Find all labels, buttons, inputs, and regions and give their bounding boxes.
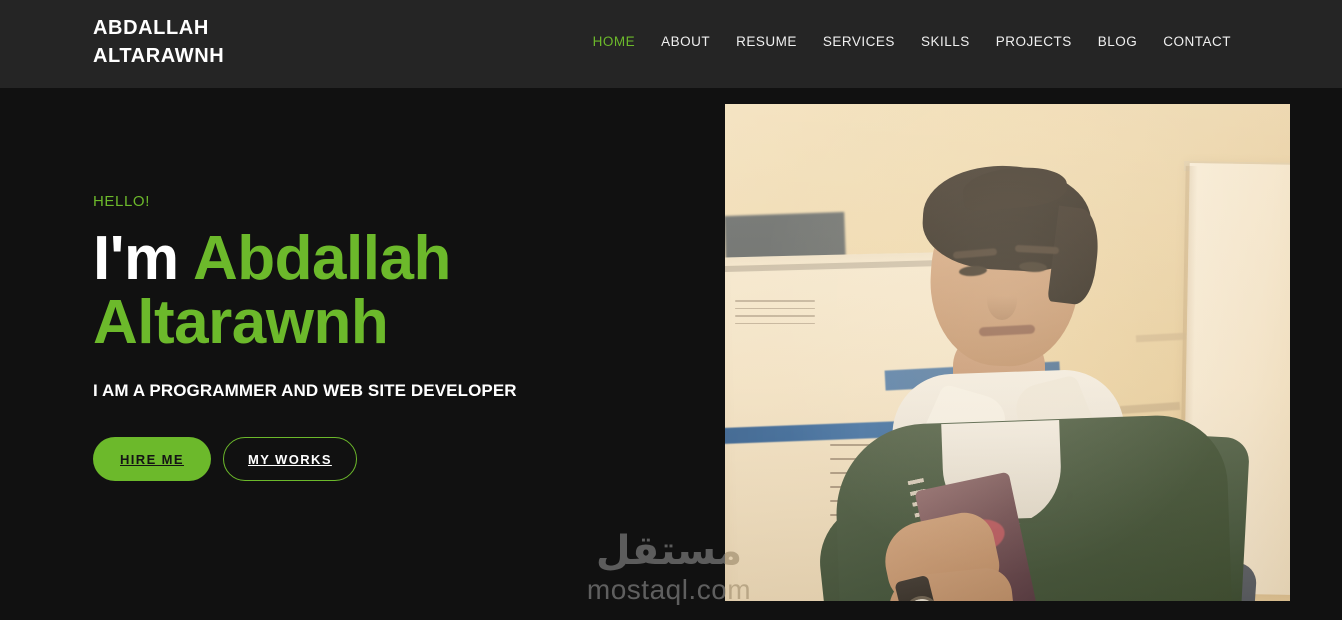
my-works-button[interactable]: MY WORKS [222,437,357,482]
nav-item-contact[interactable]: CONTACT [1150,34,1244,49]
handwriting-line [735,315,815,317]
nav-item-about[interactable]: ABOUT [648,34,723,49]
nav-item-skills[interactable]: SKILLS [908,34,983,49]
handwriting-line [735,300,815,302]
hero-title: I'm Abdallah Altarawnh [93,227,633,355]
nav-item-blog[interactable]: BLOG [1085,34,1151,49]
nav-item-projects[interactable]: PROJECTS [983,34,1085,49]
handwriting-line [735,307,815,309]
main-navigation: HOME ABOUT RESUME SERVICES SKILLS PROJEC… [580,34,1244,49]
hero-bottom-strip [0,601,1342,620]
hero-greeting: HELLO! [93,193,150,210]
page-root: ABDALLAH ALTARAWNH HOME ABOUT RESUME SER… [0,0,1342,620]
site-logo[interactable]: ABDALLAH ALTARAWNH [93,14,224,70]
hero-title-prefix: I'm [93,224,194,293]
nav-item-resume[interactable]: RESUME [723,34,810,49]
photo-nose [987,280,1017,320]
hire-me-button[interactable]: HIRE ME [93,437,211,482]
hero-actions: HIRE ME MY WORKS [93,437,633,482]
hero-subtitle: I AM A PROGRAMMER AND WEB SITE DEVELOPER [93,381,517,400]
nav-item-home[interactable]: HOME [580,34,649,49]
hero-portrait-photo [725,104,1290,617]
site-header: ABDALLAH ALTARAWNH HOME ABOUT RESUME SER… [0,0,1342,88]
photo-handwriting-upper [735,300,815,330]
hero-copy: HELLO! I'm Abdallah Altarawnh I AM A PRO… [93,193,633,482]
handwriting-line [735,322,815,324]
nav-item-services[interactable]: SERVICES [810,34,908,49]
